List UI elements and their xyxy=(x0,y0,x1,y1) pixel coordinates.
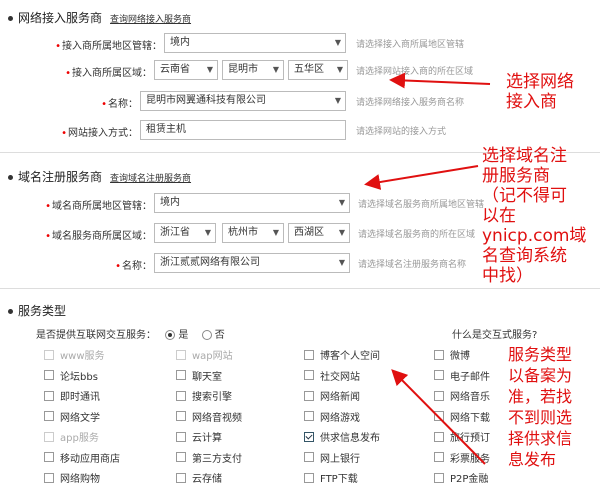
arrow-network-provider xyxy=(389,72,491,89)
arrow-service-type xyxy=(391,369,486,465)
annotation-domain: 选择域名注 册服务商 （记不得可 以在 ynicp.com域 名查询系统 中找） xyxy=(482,146,587,286)
annotation-service: 服务类型 以备案为 准，若找 不到则选 择供求信 息发布 xyxy=(508,345,573,469)
annotation-network: 选择网络 接入商 xyxy=(506,72,574,112)
arrow-domain-provider xyxy=(364,165,479,190)
